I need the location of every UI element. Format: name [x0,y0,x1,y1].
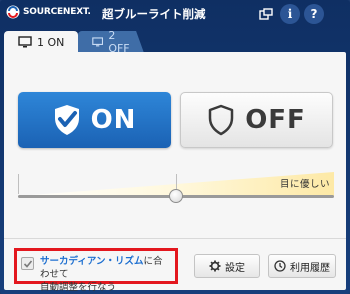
window-mode-button[interactable] [256,4,276,24]
slider-label: 目に優しい [279,179,330,190]
circadian-label: サーカディアン・リズムに合わせて 自動調整を行なう [40,255,171,294]
checkmark-icon [23,259,32,268]
on-label: ON [90,105,137,135]
settings-button[interactable]: 設定 [194,254,260,278]
sourcenext-logo: SOURCENEXT. [6,5,91,19]
help-button[interactable]: ? [304,4,324,24]
shield-check-icon [54,105,79,135]
clock-icon [274,260,286,272]
logo-text: SOURCENEXT. [23,7,91,17]
off-button[interactable]: OFF [180,92,333,148]
circadian-highlight: サーカディアン・リズム [40,256,144,267]
history-label: 利用履歴 [290,262,330,274]
settings-label: 設定 [225,262,245,274]
sourcenext-logo-icon [6,5,20,19]
intensity-slider[interactable]: 目に優しい [18,170,334,204]
gear-icon [209,260,221,272]
tab-label: 1 ON [37,35,65,49]
main-panel: ON OFF 目に優しい サーカディアン・リズムに合わせて 自動調整を行なう 設… [4,52,346,293]
app-window: SOURCENEXT. 超ブルーライト削減 i ? 1 ON 2 OFF ON … [0,0,350,294]
off-label: OFF [245,105,306,135]
window-icon [259,8,273,20]
info-button[interactable]: i [280,4,300,24]
history-button[interactable]: 利用履歴 [268,254,336,278]
slider-thumb[interactable] [169,189,183,203]
shield-icon [208,104,234,136]
circadian-checkbox[interactable] [21,257,34,270]
tab-2-off[interactable]: 2 OFF [78,31,144,53]
divider [4,238,346,239]
monitor-icon [92,37,104,47]
info-icon: i [287,7,293,21]
help-icon: ? [310,7,318,21]
app-title: 超ブルーライト削減 [102,7,206,21]
title-bar[interactable]: SOURCENEXT. 超ブルーライト削減 i ? [0,0,350,28]
monitor-icon [18,36,32,48]
tab-1-on[interactable]: 1 ON [4,31,78,53]
slider-tick [18,174,19,194]
on-button[interactable]: ON [18,92,171,148]
circadian-label-line2: 自動調整を行なう [40,282,117,293]
circadian-auto-adjust[interactable]: サーカディアン・リズムに合わせて 自動調整を行なう [14,248,178,293]
